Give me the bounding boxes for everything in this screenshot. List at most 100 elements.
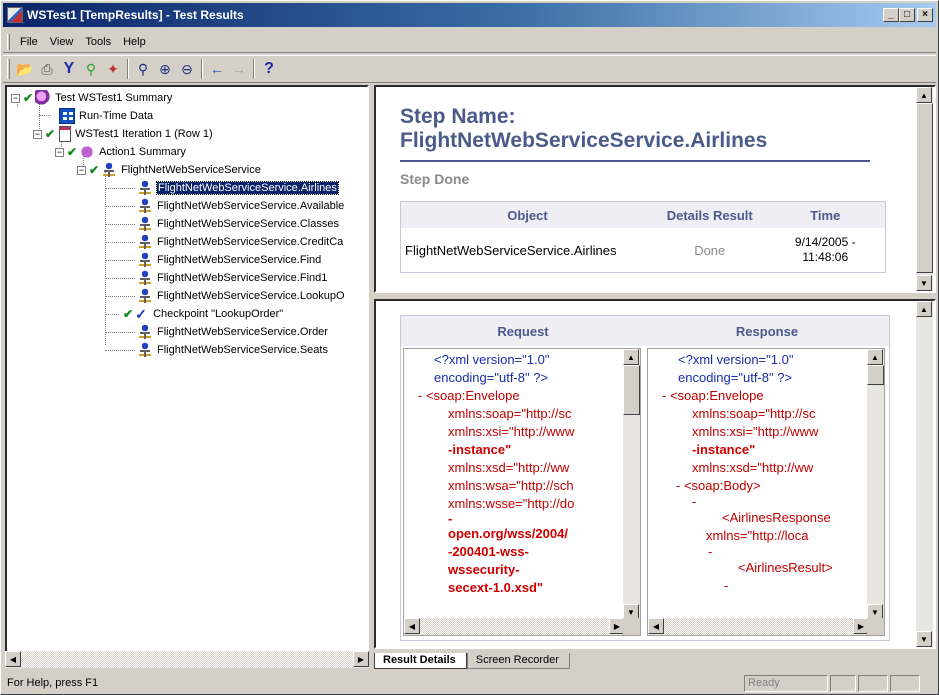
tree-line (105, 206, 135, 207)
column-object: Object (507, 207, 548, 223)
tree-item-available[interactable]: FlightNetWebServiceService.Available (137, 197, 344, 215)
column-details-result: Details Result (654, 208, 766, 223)
tree-item-label: FlightNetWebServiceService.Available (157, 200, 345, 212)
tree-item-checkpoint[interactable]: ✔ ✓ Checkpoint "LookupOrder" (123, 305, 283, 323)
pass-check-icon: ✔ (89, 163, 100, 177)
zoom-in-icon[interactable]: ⊕ (154, 58, 176, 80)
request-response-pane: Request Response <?xml version="1.0" enc… (374, 299, 936, 649)
web-service-icon (137, 198, 153, 214)
help-icon[interactable]: ? (258, 58, 280, 80)
action-icon (79, 144, 96, 160)
tab-result-details[interactable]: Result Details (374, 653, 467, 669)
title-bar[interactable]: WSTest1 [TempResults] - Test Results _ □… (3, 3, 936, 27)
tree-horizontal-scrollbar[interactable]: ◀ ▶ (5, 651, 369, 668)
request-xml-box[interactable]: <?xml version="1.0" encoding="utf-8" ?> … (403, 348, 641, 636)
resize-grip-icon[interactable] (922, 675, 936, 692)
step-pane-vertical-scrollbar[interactable]: ▲ ▼ (916, 87, 933, 291)
pass-check-icon: ✔ (45, 127, 56, 141)
request-horizontal-scrollbar[interactable]: ◀ ▶ (404, 618, 625, 635)
collapse-icon[interactable]: − (77, 165, 86, 175)
scroll-up-arrow-icon[interactable]: ▲ (867, 349, 883, 365)
response-horizontal-scrollbar[interactable]: ◀ ▶ (648, 618, 869, 635)
scroll-down-arrow-icon[interactable]: ▼ (916, 631, 932, 647)
response-xml-box[interactable]: <?xml version="1.0" encoding="utf-8" ?> … (647, 348, 885, 636)
tree-line (105, 296, 135, 297)
menu-tools[interactable]: Tools (79, 34, 117, 50)
tree-item-creditcard[interactable]: FlightNetWebServiceService.CreditCa (137, 233, 343, 251)
collapse-icon[interactable]: − (55, 147, 64, 157)
scroll-up-arrow-icon[interactable]: ▲ (916, 87, 932, 103)
tree-line (105, 314, 119, 315)
tree-item-test-summary[interactable]: − ✔ Test WSTest1 Summary (11, 89, 172, 107)
scroll-up-arrow-icon[interactable]: ▲ (916, 301, 932, 317)
tree-item-seats[interactable]: FlightNetWebServiceService.Seats (137, 341, 328, 359)
scroll-track[interactable] (21, 651, 353, 668)
collapse-icon[interactable]: − (33, 129, 42, 139)
web-service-icon (101, 162, 118, 178)
toolbar-separator (201, 59, 203, 79)
web-service-icon (137, 342, 153, 358)
xml-line-text: - <soap:Envelope (418, 388, 520, 403)
scroll-down-arrow-icon[interactable]: ▼ (916, 275, 932, 291)
close-button[interactable]: × (917, 8, 933, 22)
scroll-thumb[interactable] (916, 103, 933, 273)
print-icon[interactable]: ⎙ (36, 58, 58, 80)
scroll-thumb[interactable] (867, 365, 884, 385)
find-icon[interactable]: ⚲ (80, 58, 102, 80)
web-service-icon (137, 288, 153, 304)
scroll-left-arrow-icon[interactable]: ◀ (404, 618, 420, 634)
scroll-left-arrow-icon[interactable]: ◀ (648, 618, 664, 634)
tree-item-airlines[interactable]: FlightNetWebServiceService.Airlines (137, 179, 339, 197)
tree-line (105, 224, 135, 225)
zoom-fit-icon[interactable]: ⚲ (132, 58, 154, 80)
report-icon[interactable]: ✦ (102, 58, 124, 80)
menu-view[interactable]: View (44, 34, 80, 50)
forward-arrow-icon[interactable]: → (228, 58, 250, 80)
request-response-frame: Request Response <?xml version="1.0" enc… (400, 315, 890, 641)
tree-item-iteration[interactable]: − ✔ WSTest1 Iteration 1 (Row 1) (33, 125, 213, 143)
test-results-window: WSTest1 [TempResults] - Test Results _ □… (0, 0, 939, 695)
checkpoint-icon: ✓ (135, 306, 147, 322)
scroll-corner (623, 618, 640, 635)
cell-result: Done (694, 242, 726, 258)
tree-item-run-time-data[interactable]: Run-Time Data (59, 107, 153, 125)
request-response-vertical-scrollbar[interactable]: ▲ ▼ (916, 301, 933, 647)
scroll-up-arrow-icon[interactable]: ▲ (623, 349, 639, 365)
cell-time-clock: 11:48:06 (802, 250, 849, 264)
minimize-button[interactable]: _ (883, 8, 899, 22)
tree-item-classes[interactable]: FlightNetWebServiceService.Classes (137, 215, 339, 233)
request-xml[interactable]: <?xml version="1.0" encoding="utf-8" ?> … (404, 349, 624, 620)
xml-line: - <soap:Envelope (404, 387, 624, 405)
back-arrow-icon[interactable]: ← (206, 58, 228, 80)
request-vertical-scrollbar[interactable]: ▲ ▼ (623, 349, 640, 620)
tab-screen-recorder[interactable]: Screen Recorder (466, 653, 570, 669)
tree-item-order[interactable]: FlightNetWebServiceService.Order (137, 323, 328, 341)
filter-icon[interactable]: Y (58, 58, 80, 80)
tree-item-web-service[interactable]: − ✔ FlightNetWebServiceService (77, 161, 261, 179)
maximize-button[interactable]: □ (899, 8, 915, 22)
results-tree[interactable]: − ✔ Test WSTest1 Summary Run-Time Data −… (5, 85, 369, 667)
tree-item-action-summary[interactable]: − ✔ Action1 Summary (55, 143, 186, 161)
menu-file[interactable]: File (14, 34, 44, 50)
tree-item-lookuporder[interactable]: FlightNetWebServiceService.LookupO (137, 287, 345, 305)
scroll-track[interactable] (664, 618, 853, 635)
scroll-left-arrow-icon[interactable]: ◀ (5, 651, 21, 667)
tree-item-find1[interactable]: FlightNetWebServiceService.Find1 (137, 269, 327, 287)
open-folder-icon[interactable]: 📂 (14, 58, 36, 80)
tree-line (105, 188, 135, 189)
collapse-icon[interactable]: − (11, 93, 20, 103)
response-vertical-scrollbar[interactable]: ▲ ▼ (867, 349, 884, 620)
scroll-right-arrow-icon[interactable]: ▶ (353, 651, 369, 667)
step-title-label: Step Name: (400, 105, 516, 128)
column-time: Time (810, 207, 841, 223)
xml-line: xmlns:xsd="http://ww (448, 460, 570, 475)
data-table-icon (59, 108, 75, 124)
scroll-track[interactable] (420, 618, 609, 635)
tree-item-find[interactable]: FlightNetWebServiceService.Find (137, 251, 321, 269)
response-xml[interactable]: <?xml version="1.0" encoding="utf-8" ?> … (648, 349, 868, 620)
menu-help[interactable]: Help (117, 34, 152, 50)
scroll-thumb[interactable] (623, 365, 640, 415)
tree-line (105, 260, 135, 261)
step-table-header: Object Details Result Time (401, 202, 885, 228)
zoom-out-icon[interactable]: ⊖ (176, 58, 198, 80)
